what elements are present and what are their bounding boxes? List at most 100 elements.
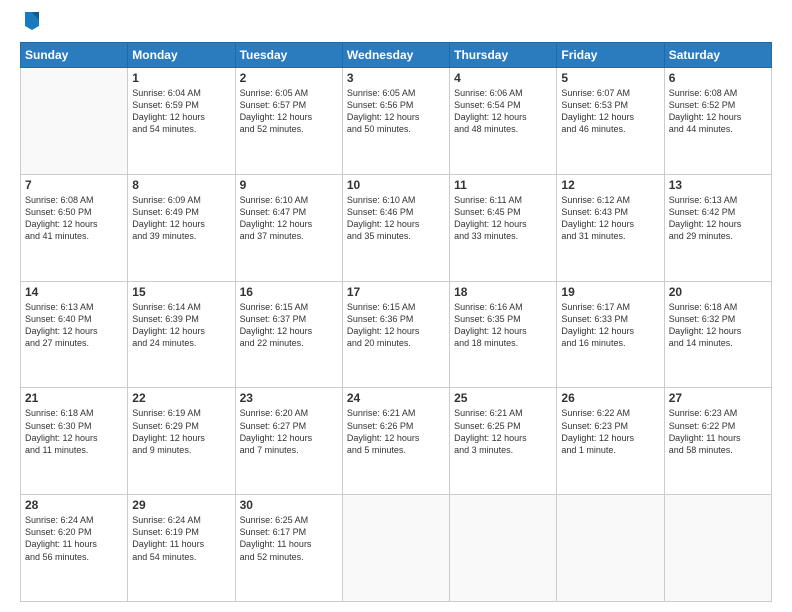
cell-line: Sunrise: 6:21 AM: [347, 407, 445, 419]
cell-line: and 44 minutes.: [669, 123, 767, 135]
calendar-cell: 5Sunrise: 6:07 AMSunset: 6:53 PMDaylight…: [557, 68, 664, 175]
cell-line: Daylight: 12 hours: [240, 325, 338, 337]
cell-line: Daylight: 12 hours: [240, 111, 338, 123]
cell-line: and 9 minutes.: [132, 444, 230, 456]
cell-line: Sunrise: 6:05 AM: [347, 87, 445, 99]
day-number: 6: [669, 71, 767, 85]
cell-line: Sunset: 6:26 PM: [347, 420, 445, 432]
cell-line: Sunrise: 6:17 AM: [561, 301, 659, 313]
cell-line: Daylight: 12 hours: [454, 218, 552, 230]
cell-line: and 52 minutes.: [240, 551, 338, 563]
calendar-cell: 6Sunrise: 6:08 AMSunset: 6:52 PMDaylight…: [664, 68, 771, 175]
cell-line: Sunset: 6:45 PM: [454, 206, 552, 218]
day-number: 24: [347, 391, 445, 405]
day-header-thursday: Thursday: [450, 43, 557, 68]
cell-line: Sunrise: 6:06 AM: [454, 87, 552, 99]
day-header-saturday: Saturday: [664, 43, 771, 68]
day-number: 8: [132, 178, 230, 192]
day-number: 23: [240, 391, 338, 405]
day-header-tuesday: Tuesday: [235, 43, 342, 68]
cell-line: Sunrise: 6:09 AM: [132, 194, 230, 206]
day-number: 9: [240, 178, 338, 192]
cell-line: Sunset: 6:36 PM: [347, 313, 445, 325]
calendar-cell: [21, 68, 128, 175]
cell-line: Sunrise: 6:10 AM: [240, 194, 338, 206]
cell-line: Sunset: 6:59 PM: [132, 99, 230, 111]
header: [20, 15, 772, 32]
calendar-cell: 3Sunrise: 6:05 AMSunset: 6:56 PMDaylight…: [342, 68, 449, 175]
cell-line: Sunrise: 6:10 AM: [347, 194, 445, 206]
cell-line: and 3 minutes.: [454, 444, 552, 456]
day-number: 27: [669, 391, 767, 405]
cell-line: and 14 minutes.: [669, 337, 767, 349]
cell-line: Daylight: 12 hours: [25, 432, 123, 444]
cell-line: and 22 minutes.: [240, 337, 338, 349]
cell-line: Sunset: 6:43 PM: [561, 206, 659, 218]
week-row-0: 1 Sunrise: 6:04 AMSunset: 6:59 PM Daylight…: [21, 68, 772, 175]
cell-line: Sunset: 6:57 PM: [240, 99, 338, 111]
day-number: 29: [132, 498, 230, 512]
cell-line: and 56 minutes.: [25, 551, 123, 563]
day-number: 1: [132, 71, 230, 85]
calendar-cell: 22Sunrise: 6:19 AMSunset: 6:29 PMDayligh…: [128, 388, 235, 495]
cell-line: Sunset: 6:20 PM: [25, 526, 123, 538]
day-number: 2: [240, 71, 338, 85]
cell-line: Daylight: 11 hours: [240, 538, 338, 550]
cell-line: Sunset: 6:49 PM: [132, 206, 230, 218]
cell-line: Sunrise: 6:13 AM: [25, 301, 123, 313]
cell-line: Sunrise: 6:15 AM: [240, 301, 338, 313]
cell-line: Sunset: 6:30 PM: [25, 420, 123, 432]
cell-line: Sunrise: 6:18 AM: [669, 301, 767, 313]
cell-line: Daylight: 12 hours: [454, 432, 552, 444]
calendar-cell: 10Sunrise: 6:10 AMSunset: 6:46 PMDayligh…: [342, 174, 449, 281]
cell-line: Daylight: 12 hours: [561, 325, 659, 337]
cell-line: and 20 minutes.: [347, 337, 445, 349]
cell-line: and 50 minutes.: [347, 123, 445, 135]
calendar-cell: [450, 495, 557, 602]
calendar-cell: 28Sunrise: 6:24 AMSunset: 6:20 PMDayligh…: [21, 495, 128, 602]
cell-line: and 5 minutes.: [347, 444, 445, 456]
cell-line: Daylight: 12 hours: [347, 111, 445, 123]
cell-line: Sunset: 6:29 PM: [132, 420, 230, 432]
calendar-cell: 25Sunrise: 6:21 AMSunset: 6:25 PMDayligh…: [450, 388, 557, 495]
day-number: 7: [25, 178, 123, 192]
day-number: 28: [25, 498, 123, 512]
cell-line: Daylight: 11 hours: [132, 538, 230, 550]
calendar-table: SundayMondayTuesdayWednesdayThursdayFrid…: [20, 42, 772, 602]
cell-line: and 39 minutes.: [132, 230, 230, 242]
calendar-cell: 26Sunrise: 6:22 AMSunset: 6:23 PMDayligh…: [557, 388, 664, 495]
cell-line: and 11 minutes.: [25, 444, 123, 456]
calendar-cell: 30Sunrise: 6:25 AMSunset: 6:17 PMDayligh…: [235, 495, 342, 602]
cell-line: Sunset: 6:50 PM: [25, 206, 123, 218]
cell-line: Sunrise: 6:21 AM: [454, 407, 552, 419]
day-number: 16: [240, 285, 338, 299]
day-number: 14: [25, 285, 123, 299]
calendar-cell: 24 Sunrise: 6:21 AMSunset: 6:26 PMDayligh…: [342, 388, 449, 495]
calendar-cell: [557, 495, 664, 602]
day-number: 12: [561, 178, 659, 192]
cell-line: and 54 minutes.: [132, 551, 230, 563]
cell-line: Sunset: 6:42 PM: [669, 206, 767, 218]
cell-line: Daylight: 12 hours: [25, 325, 123, 337]
cell-line: Sunrise: 6:20 AM: [240, 407, 338, 419]
calendar-cell: 1Sunrise: 6:04 AMSunset: 6:59 PMDaylight…: [128, 68, 235, 175]
cell-line: and 31 minutes.: [561, 230, 659, 242]
cell-line: Sunrise: 6:04 AM: [132, 87, 230, 99]
cell-line: Sunrise: 6:23 AM: [669, 407, 767, 419]
cell-line: Daylight: 11 hours: [25, 538, 123, 550]
cell-line: Sunrise: 6:12 AM: [561, 194, 659, 206]
calendar-cell: 17Sunrise: 6:15 AMSunset: 6:36 PMDayligh…: [342, 281, 449, 388]
page: SundayMondayTuesdayWednesdayThursdayFrid…: [0, 0, 792, 612]
cell-line: and 35 minutes.: [347, 230, 445, 242]
cell-line: Daylight: 12 hours: [25, 218, 123, 230]
day-number: 30: [240, 498, 338, 512]
cell-line: and 46 minutes.: [561, 123, 659, 135]
cell-line: Daylight: 12 hours: [561, 432, 659, 444]
cell-line: Sunset: 6:46 PM: [347, 206, 445, 218]
cell-line: Daylight: 12 hours: [347, 432, 445, 444]
logo-icon: [23, 10, 41, 32]
cell-line: and 41 minutes.: [25, 230, 123, 242]
cell-line: Sunrise: 6:08 AM: [669, 87, 767, 99]
cell-line: Sunrise: 6:13 AM: [669, 194, 767, 206]
cell-line: Daylight: 12 hours: [669, 218, 767, 230]
